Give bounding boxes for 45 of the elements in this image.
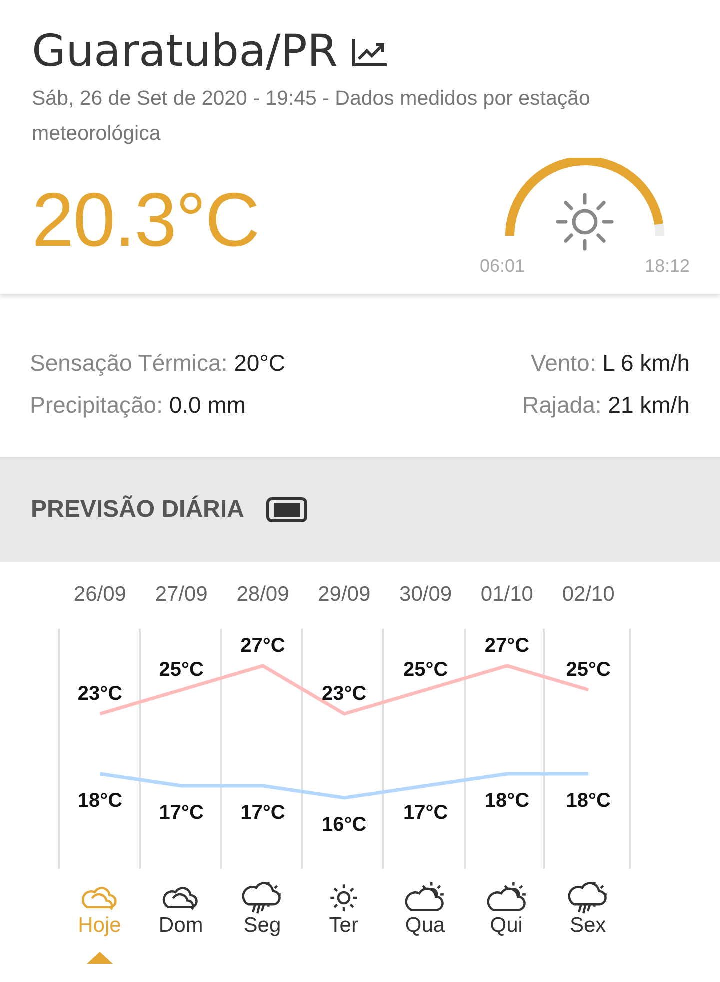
current-temperature: 20.3°C <box>32 177 260 264</box>
min-temperature: 18°C <box>566 790 611 812</box>
day-tab[interactable]: Seg <box>242 882 282 938</box>
min-temperature: 16°C <box>322 814 367 836</box>
date-label: 02/10 <box>562 583 615 606</box>
date-label: 29/09 <box>318 583 371 606</box>
min-temperature: 18°C <box>78 790 123 812</box>
date-subtitle: Sáb, 26 de Set de 2020 - 19:45 - Dados medidos por estação meteorológica <box>32 86 592 147</box>
day-tab[interactable]: Ter <box>324 882 364 938</box>
sunrise-time: 06:01 <box>480 256 526 276</box>
day-tab[interactable]: Qua <box>405 882 446 938</box>
max-temperature: 25°C <box>159 659 204 681</box>
condition-reading: Vento: L 6 km/h <box>530 349 690 378</box>
date-label: 01/10 <box>480 583 534 606</box>
condition-reading: Sensação Térmica: 20°C <box>30 349 287 378</box>
cloud-sun-icon <box>405 882 446 914</box>
min-temperature: 18°C <box>484 790 530 812</box>
sunset-time: 18:12 <box>644 256 690 276</box>
day-tab[interactable]: Qui <box>486 882 527 938</box>
sun-icon <box>556 193 614 251</box>
trend-chart-icon[interactable] <box>352 36 388 66</box>
day-tab[interactable]: Sex <box>568 882 608 938</box>
cloud-sun-icon <box>486 882 527 914</box>
date-label: 27/09 <box>155 583 208 606</box>
max-temperature: 23°C <box>322 683 367 705</box>
condition-reading: Precipitação: 0.0 mm <box>30 391 248 420</box>
rain-sun-icon <box>568 882 608 914</box>
max-temperature: 23°C <box>78 683 123 705</box>
max-temperature: 27°C <box>484 635 530 657</box>
date-label: 28/09 <box>236 583 290 606</box>
rain-sun-icon <box>242 882 282 914</box>
landscape-phone-icon[interactable] <box>266 497 308 523</box>
date-label: 30/09 <box>400 583 452 606</box>
date-label: 26/09 <box>74 583 126 606</box>
max-temperature: 27°C <box>240 635 286 657</box>
day-tab[interactable]: Dom <box>158 882 204 938</box>
min-temperature: 17°C <box>159 802 204 824</box>
min-temperature: 17°C <box>240 802 286 824</box>
condition-reading: Rajada: 21 km/h <box>522 391 690 420</box>
max-temperature: 25°C <box>403 659 448 681</box>
city-title: Guaratuba/PR <box>32 26 338 77</box>
selection-indicator <box>86 952 113 964</box>
min-temperature: 17°C <box>403 802 448 824</box>
max-temperature: 25°C <box>566 659 611 681</box>
section-title: PREVISÃO DIÁRIA <box>31 496 244 524</box>
